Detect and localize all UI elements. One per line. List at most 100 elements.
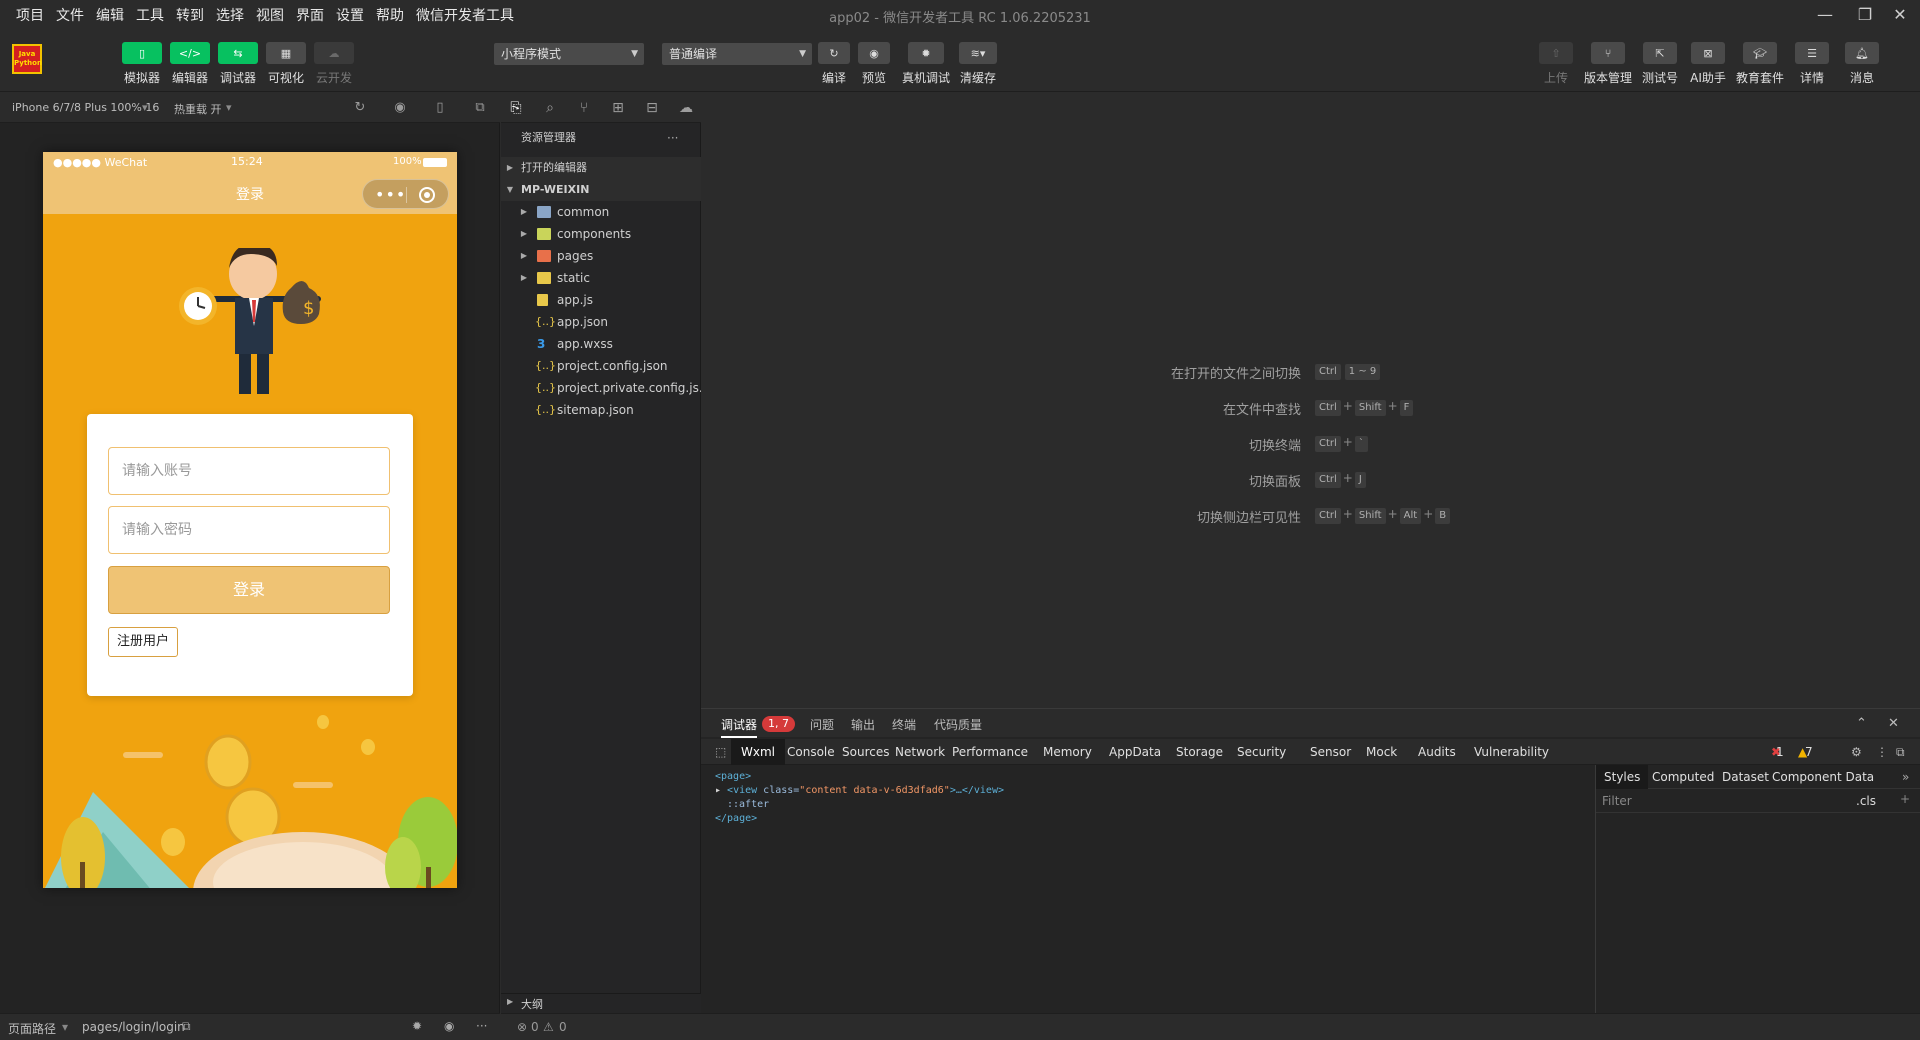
docker-icon[interactable]: ☁ <box>677 99 695 117</box>
tab-security[interactable]: Security <box>1227 739 1296 765</box>
menu-tools[interactable]: 工具 <box>130 5 170 25</box>
outline-section[interactable]: ▶ 大纲 <box>501 993 701 1013</box>
register-button[interactable]: 注册用户 <box>108 627 178 657</box>
tab-performance[interactable]: Performance <box>942 739 1038 765</box>
tab-vulnerability[interactable]: Vulnerability <box>1464 739 1559 765</box>
tab-component-data[interactable]: Component Data <box>1764 765 1882 789</box>
storage-icon[interactable]: ⊟ <box>643 99 661 117</box>
visual-button[interactable]: ▦ 可视化 <box>260 42 312 86</box>
hot-reload-chevron-icon[interactable]: ▾ <box>226 101 232 114</box>
login-button[interactable]: 登录 <box>108 566 390 614</box>
menu-goto[interactable]: 转到 <box>170 5 210 25</box>
window-icon[interactable]: ⧉ <box>472 100 488 116</box>
status-warning-icon[interactable]: ⚠ <box>543 1020 554 1034</box>
wxml-node[interactable]: <page> <box>715 771 751 782</box>
more-icon[interactable]: ··· <box>667 127 678 149</box>
editor-button[interactable]: </> 编辑器 <box>164 42 216 86</box>
menu-project[interactable]: 项目 <box>10 5 50 25</box>
tab-audits[interactable]: Audits <box>1408 739 1466 765</box>
path-chevron-icon[interactable]: ▾ <box>62 1020 68 1034</box>
tree-item-app-js[interactable]: app.js <box>501 289 701 311</box>
tree-item-project-config[interactable]: {..} project.config.json <box>501 355 701 377</box>
mini-program-capsule[interactable]: ••• <box>362 179 449 209</box>
wxml-pseudo[interactable]: ::after <box>727 799 769 810</box>
bug-icon[interactable]: ✹ <box>412 1019 422 1033</box>
tab-styles[interactable]: Styles <box>1596 765 1649 789</box>
rotate-icon[interactable]: ↻ <box>352 100 368 116</box>
tab-sensor[interactable]: Sensor <box>1300 739 1361 765</box>
mode-select[interactable]: 小程序模式 ▼ <box>494 43 644 65</box>
debugger-button[interactable]: ⇆ 调试器 <box>212 42 264 86</box>
tab-appdata[interactable]: AppData <box>1099 739 1171 765</box>
git-icon[interactable]: ⑂ <box>575 99 593 117</box>
status-error-icon[interactable]: ⊗ <box>517 1020 527 1034</box>
add-rule-icon[interactable]: + <box>1900 792 1910 806</box>
search-icon[interactable]: ⌕ <box>541 99 559 117</box>
ai-button[interactable]: ⊠ AI助手 <box>1682 42 1734 86</box>
menu-file[interactable]: 文件 <box>50 5 90 25</box>
device-chevron-icon[interactable]: ▾ <box>142 101 148 114</box>
open-editors-section[interactable]: ▶ 打开的编辑器 <box>501 157 701 179</box>
tab-computed[interactable]: Computed <box>1644 765 1722 789</box>
preview-button[interactable]: ◉ 预览 <box>848 42 900 86</box>
tree-item-components[interactable]: ▶ components <box>501 223 701 245</box>
filter-input[interactable]: Filter <box>1602 794 1632 808</box>
extensions-icon[interactable]: ⊞ <box>609 99 627 117</box>
compile-mode-select[interactable]: 普通编译 ▼ <box>662 43 812 65</box>
tree-item-app-json[interactable]: {..} app.json <box>501 311 701 333</box>
more-icon[interactable]: ··· <box>476 1019 487 1033</box>
menu-settings[interactable]: 设置 <box>330 5 370 25</box>
password-input[interactable]: 请输入密码 <box>108 506 390 554</box>
tree-item-project-private-config[interactable]: {..} project.private.config.js... <box>501 377 701 399</box>
tab-mock[interactable]: Mock <box>1356 739 1407 765</box>
eye-icon[interactable]: ◉ <box>444 1019 454 1033</box>
menu-devtools[interactable]: 微信开发者工具 <box>410 5 520 25</box>
real-debug-button[interactable]: ✹ 真机调试 <box>900 42 952 86</box>
device-select[interactable]: iPhone 6/7/8 Plus 100% 16 <box>12 101 159 114</box>
menu-interface[interactable]: 界面 <box>290 5 330 25</box>
minimize-icon[interactable]: — <box>1810 4 1840 26</box>
files-icon[interactable]: ⎘ <box>507 99 525 117</box>
collapse-up-icon[interactable]: ⌃ <box>1856 716 1867 731</box>
hot-reload-toggle[interactable]: 热重载 开 <box>174 101 222 117</box>
page-path-label[interactable]: 页面路径 <box>8 1020 56 1037</box>
copy-icon[interactable]: ⧉ <box>182 1019 191 1034</box>
chevron-right-icon[interactable]: » <box>1894 765 1917 789</box>
test-account-button[interactable]: ⇱ 测试号 <box>1634 42 1686 86</box>
tab-storage[interactable]: Storage <box>1166 739 1233 765</box>
close-circle-icon[interactable] <box>419 187 435 203</box>
tree-item-app-wxss[interactable]: 3 app.wxss <box>501 333 701 355</box>
tab-output[interactable]: 输出 <box>851 716 875 733</box>
tab-code-quality[interactable]: 代码质量 <box>934 716 982 733</box>
account-input[interactable]: 请输入账号 <box>108 447 390 495</box>
simulator-button[interactable]: ▯ 模拟器 <box>116 42 168 86</box>
tab-problems[interactable]: 问题 <box>810 716 834 733</box>
wxml-node[interactable]: </page> <box>715 813 757 824</box>
tree-item-sitemap[interactable]: {..} sitemap.json <box>501 399 701 421</box>
tree-item-common[interactable]: ▶ common <box>501 201 701 223</box>
tab-memory[interactable]: Memory <box>1033 739 1102 765</box>
tab-terminal[interactable]: 终端 <box>892 716 916 733</box>
cloud-button[interactable]: ☁ 云开发 <box>308 42 360 86</box>
tree-item-static[interactable]: ▶ static <box>501 267 701 289</box>
close-panel-icon[interactable]: ✕ <box>1888 716 1899 731</box>
tree-item-pages[interactable]: ▶ pages <box>501 245 701 267</box>
record-icon[interactable]: ◉ <box>392 100 408 116</box>
tab-debugger[interactable]: 调试器 <box>721 716 758 738</box>
clear-cache-button[interactable]: ≋▾ 清缓存 <box>952 42 1004 86</box>
project-section[interactable]: ▼ MP-WEIXIN <box>501 179 701 201</box>
dock-icon[interactable]: ⧉ <box>1886 739 1915 765</box>
menu-help[interactable]: 帮助 <box>370 5 410 25</box>
phone-outline-icon[interactable]: ▯ <box>432 100 448 116</box>
menu-edit[interactable]: 编辑 <box>90 5 130 25</box>
wxml-node[interactable]: ▸ <view class="content data-v-6d3dfad6">… <box>715 785 1004 796</box>
version-button[interactable]: ⑂ 版本管理 <box>1582 42 1634 86</box>
upload-button[interactable]: ⇧ 上传 <box>1530 42 1582 86</box>
more-icon[interactable]: ••• <box>375 185 406 204</box>
edu-button[interactable]: 🎓︎ 教育套件 <box>1734 42 1786 86</box>
cls-toggle[interactable]: .cls <box>1856 794 1876 808</box>
menu-select[interactable]: 选择 <box>210 5 250 25</box>
close-icon[interactable]: ✕ <box>1885 4 1915 26</box>
messages-button[interactable]: 🔔︎ 消息 <box>1836 42 1888 86</box>
restore-icon[interactable]: ❐ <box>1850 4 1880 26</box>
